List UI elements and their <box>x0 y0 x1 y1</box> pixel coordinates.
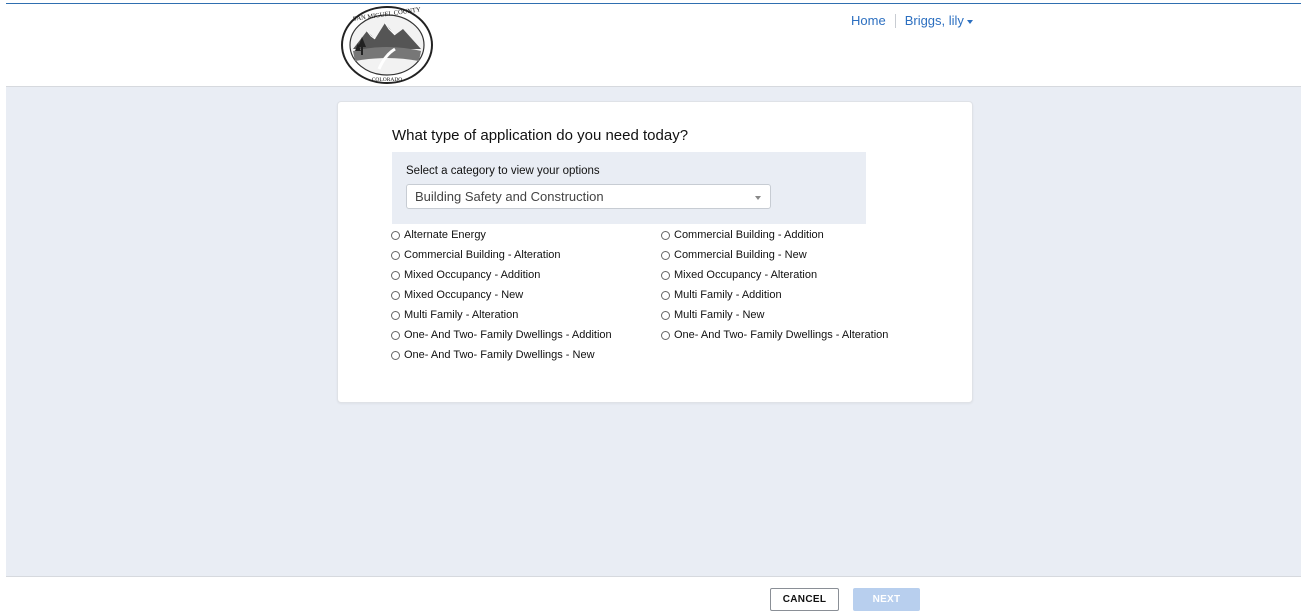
category-select[interactable]: Building Safety and Construction <box>406 184 771 209</box>
option-label: One- And Two- Family Dwellings - Alterat… <box>674 329 889 341</box>
cancel-button[interactable]: CANCEL <box>770 588 839 611</box>
radio-icon <box>661 290 670 300</box>
header: SAN MIGUEL COUNTY COLORADO Home Briggs, … <box>6 4 1301 87</box>
county-seal-logo: SAN MIGUEL COUNTY COLORADO <box>341 6 433 84</box>
radio-icon <box>391 350 400 360</box>
top-nav: Home Briggs, lily <box>851 13 973 28</box>
option-label: Commercial Building - Alteration <box>404 249 561 261</box>
option-commercial-building-new[interactable]: Commercial Building - New <box>661 249 807 261</box>
category-label: Select a category to view your options <box>406 165 600 177</box>
chevron-down-icon <box>755 196 761 200</box>
option-label: Multi Family - Alteration <box>404 309 519 321</box>
application-type-card: What type of application do you need tod… <box>337 101 973 403</box>
category-selected-value: Building Safety and Construction <box>415 189 604 204</box>
option-multi-family-new[interactable]: Multi Family - New <box>661 309 764 321</box>
option-alternate-energy[interactable]: Alternate Energy <box>391 229 486 241</box>
option-one-two-family-alteration[interactable]: One- And Two- Family Dwellings - Alterat… <box>661 329 888 341</box>
option-multi-family-alteration[interactable]: Multi Family - Alteration <box>391 309 518 321</box>
user-name: Briggs, lily <box>904 13 964 28</box>
footer-bar: CANCEL NEXT <box>6 576 1301 612</box>
option-label: One- And Two- Family Dwellings - New <box>404 349 595 361</box>
option-label: Commercial Building - New <box>674 249 807 261</box>
option-mixed-occupancy-new[interactable]: Mixed Occupancy - New <box>391 289 523 301</box>
radio-icon <box>391 270 400 280</box>
radio-icon <box>391 330 400 340</box>
option-multi-family-addition[interactable]: Multi Family - Addition <box>661 289 782 301</box>
radio-icon <box>661 250 670 260</box>
radio-icon <box>661 270 670 280</box>
radio-icon <box>391 290 400 300</box>
svg-text:COLORADO: COLORADO <box>372 77 403 83</box>
option-label: Mixed Occupancy - Addition <box>404 269 541 281</box>
category-panel: Select a category to view your options B… <box>392 152 866 224</box>
radio-icon <box>661 330 670 340</box>
page-question: What type of application do you need tod… <box>392 127 689 144</box>
option-one-two-family-new[interactable]: One- And Two- Family Dwellings - New <box>391 349 595 361</box>
radio-icon <box>661 230 670 240</box>
option-mixed-occupancy-alteration[interactable]: Mixed Occupancy - Alteration <box>661 269 817 281</box>
caret-down-icon <box>966 19 973 24</box>
user-menu[interactable]: Briggs, lily <box>905 13 973 28</box>
option-one-two-family-addition[interactable]: One- And Two- Family Dwellings - Additio… <box>391 329 612 341</box>
option-commercial-building-addition[interactable]: Commercial Building - Addition <box>661 229 824 241</box>
nav-divider <box>894 13 896 28</box>
option-label: Mixed Occupancy - Alteration <box>674 269 818 281</box>
home-link[interactable]: Home <box>851 13 886 28</box>
option-label: Commercial Building - Addition <box>674 229 824 241</box>
option-label: Multi Family - New <box>674 309 765 321</box>
option-label: Multi Family - Addition <box>674 289 782 301</box>
option-mixed-occupancy-addition[interactable]: Mixed Occupancy - Addition <box>391 269 540 281</box>
radio-icon <box>391 250 400 260</box>
option-label: Mixed Occupancy - New <box>404 289 524 301</box>
radio-icon <box>661 310 670 320</box>
radio-icon <box>391 230 400 240</box>
main-content: What type of application do you need tod… <box>6 87 1301 576</box>
radio-icon <box>391 310 400 320</box>
next-button[interactable]: NEXT <box>853 588 920 611</box>
option-commercial-building-alteration[interactable]: Commercial Building - Alteration <box>391 249 561 261</box>
option-label: Alternate Energy <box>404 229 486 241</box>
option-label: One- And Two- Family Dwellings - Additio… <box>404 329 612 341</box>
